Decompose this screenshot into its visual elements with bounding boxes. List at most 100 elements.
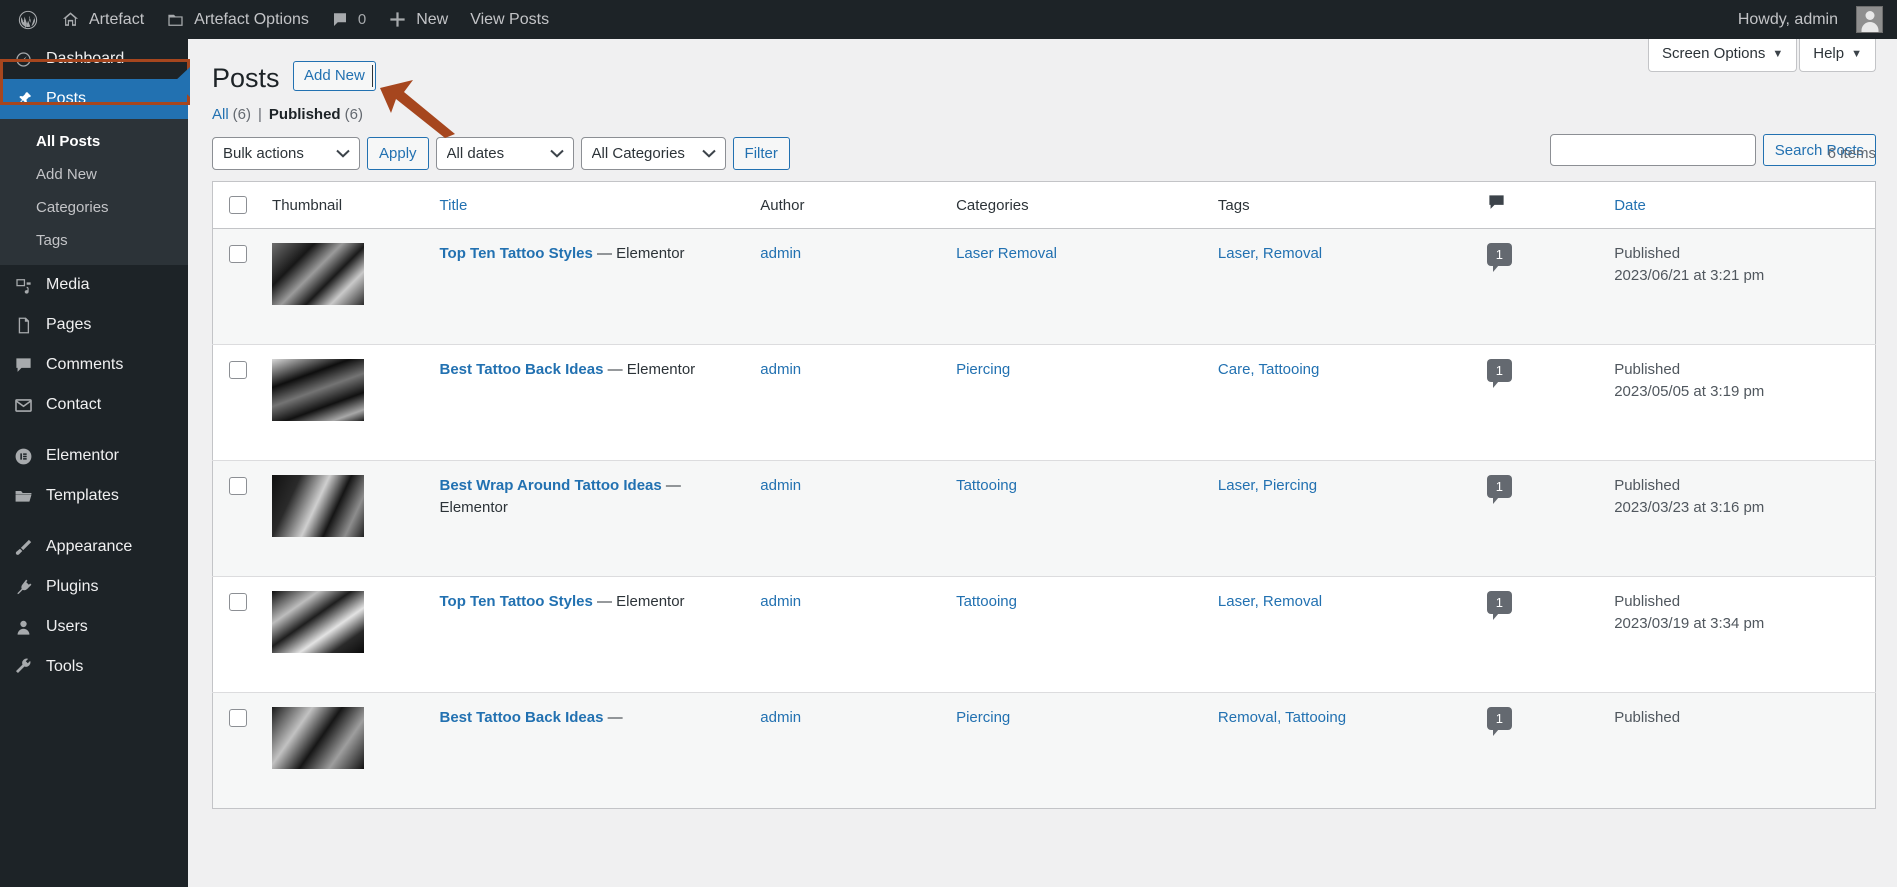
post-author-link[interactable]: admin: [760, 709, 801, 726]
post-thumbnail: [272, 591, 365, 653]
sidebar-item-contact[interactable]: Contact: [0, 385, 188, 425]
all-categories-select[interactable]: All Categories: [580, 137, 726, 170]
select-all-header: [212, 181, 263, 229]
wordpress-logo-icon: [17, 9, 39, 31]
post-tags-link[interactable]: Laser, Removal: [1218, 245, 1322, 262]
add-new-button[interactable]: Add New: [292, 61, 376, 91]
sidebar-item-elementor[interactable]: Elementor: [0, 436, 188, 476]
post-tags-link[interactable]: Care, Tattooing: [1218, 361, 1319, 378]
apply-button[interactable]: Apply: [367, 137, 429, 170]
row-checkbox[interactable]: [229, 709, 247, 728]
admin-bar-item-comments[interactable]: 0: [320, 0, 377, 39]
post-author-link[interactable]: admin: [760, 477, 801, 494]
sidebar-item-comments[interactable]: Comments: [0, 345, 188, 385]
comments-icon: [13, 355, 33, 375]
sidebar-item-users[interactable]: Users: [0, 607, 188, 647]
column-header-title-link[interactable]: Title: [440, 197, 468, 214]
row-title-cell: Best Wrap Around Tattoo Ideas — Elemento…: [430, 461, 751, 577]
sidebar-item-tools[interactable]: Tools: [0, 647, 188, 687]
post-date: 2023/05/05 at 3:19 pm: [1614, 383, 1765, 400]
sidebar-subitem-categories[interactable]: Categories: [0, 191, 188, 224]
sidebar-item-dashboard[interactable]: Dashboard: [0, 39, 188, 79]
row-thumbnail-cell: [262, 577, 429, 693]
sidebar-item-label: Contact: [46, 396, 102, 413]
post-author-link[interactable]: admin: [760, 593, 801, 610]
comment-count-badge[interactable]: 1: [1486, 243, 1512, 272]
sidebar-subitem-tags[interactable]: Tags: [0, 224, 188, 257]
post-title-link[interactable]: Best Tattoo Back Ideas: [440, 709, 604, 726]
table-row[interactable]: Top Ten Tattoo Styles — Elementor admin …: [212, 576, 1876, 693]
my-account-menu[interactable]: Howdy, admin: [1727, 0, 1887, 39]
view-published[interactable]: Published (6): [269, 106, 363, 123]
briefcase-icon: [166, 10, 185, 29]
row-checkbox[interactable]: [229, 593, 247, 612]
row-checkbox[interactable]: [229, 245, 247, 264]
help-button[interactable]: Help ▼: [1799, 39, 1876, 72]
row-date-cell: Published 2023/05/05 at 3:19 pm: [1604, 345, 1875, 461]
post-title-link[interactable]: Top Ten Tattoo Styles: [440, 593, 593, 610]
sidebar-item-pages[interactable]: Pages: [0, 305, 188, 345]
wordpress-logo-button[interactable]: [6, 0, 50, 39]
sidebar-item-appearance[interactable]: Appearance: [0, 527, 188, 567]
post-tags-link[interactable]: Removal, Tattooing: [1218, 709, 1346, 726]
comment-count-badge[interactable]: 1: [1486, 591, 1512, 620]
row-title-cell: Best Tattoo Back Ideas — Elementor: [430, 345, 751, 461]
column-header-date: Date: [1604, 181, 1876, 229]
table-row[interactable]: Best Tattoo Back Ideas — Elementor admin…: [212, 344, 1876, 461]
row-checkbox[interactable]: [229, 361, 247, 380]
post-category-link[interactable]: Laser Removal: [956, 245, 1057, 262]
page-title: Posts: [212, 63, 280, 93]
all-dates-select-wrap: All dates: [435, 137, 574, 170]
admin-bar-item-site[interactable]: Artefact: [50, 0, 155, 39]
admin-bar-item-new[interactable]: New: [377, 0, 459, 39]
row-thumbnail-cell: [262, 345, 429, 461]
table-row[interactable]: Top Ten Tattoo Styles — Elementor admin …: [212, 228, 1876, 345]
post-category-link[interactable]: Piercing: [956, 361, 1010, 378]
sidebar-subitem-all-posts[interactable]: All Posts: [0, 125, 188, 158]
posts-table-head: Thumbnail Title Author Categories Tags D…: [212, 181, 1876, 229]
row-comments-cell: 1: [1477, 577, 1604, 693]
post-category-link[interactable]: Piercing: [956, 709, 1010, 726]
view-all[interactable]: All (6): [212, 106, 251, 123]
post-date: 2023/06/21 at 3:21 pm: [1614, 267, 1765, 284]
post-title-link[interactable]: Best Tattoo Back Ideas: [440, 361, 604, 378]
row-checkbox[interactable]: [229, 477, 247, 496]
row-date-cell: Published 2023/03/19 at 3:34 pm: [1604, 577, 1875, 693]
sidebar-item-posts[interactable]: Posts: [0, 79, 188, 119]
post-author-link[interactable]: admin: [760, 245, 801, 262]
post-title-link[interactable]: Top Ten Tattoo Styles: [440, 245, 593, 262]
column-header-date-link[interactable]: Date: [1614, 197, 1646, 214]
post-thumbnail: [272, 243, 365, 305]
post-thumbnail: [272, 475, 365, 537]
sidebar-item-plugins[interactable]: Plugins: [0, 567, 188, 607]
post-category-link[interactable]: Tattooing: [956, 593, 1017, 610]
row-author-cell: admin: [750, 693, 946, 809]
comment-count-badge[interactable]: 1: [1486, 475, 1512, 504]
post-tags-link[interactable]: Laser, Piercing: [1218, 477, 1317, 494]
table-row[interactable]: Best Tattoo Back Ideas — admin Piercing …: [212, 692, 1876, 809]
bulk-actions-select[interactable]: Bulk actions: [212, 137, 360, 170]
table-row[interactable]: Best Wrap Around Tattoo Ideas — Elemento…: [212, 460, 1876, 577]
admin-bar-item-artefact-options[interactable]: Artefact Options: [155, 0, 320, 39]
row-author-cell: admin: [750, 461, 946, 577]
post-title-link[interactable]: Best Wrap Around Tattoo Ideas: [440, 477, 662, 494]
all-dates-select[interactable]: All dates: [435, 137, 574, 170]
post-tags-link[interactable]: Laser, Removal: [1218, 593, 1322, 610]
column-header-tags: Tags: [1207, 181, 1477, 229]
filter-button[interactable]: Filter: [732, 137, 790, 170]
comment-count-badge[interactable]: 1: [1486, 707, 1512, 736]
post-category-link[interactable]: Tattooing: [956, 477, 1017, 494]
screen-options-button[interactable]: Screen Options ▼: [1647, 39, 1798, 72]
row-date-cell: Published 2023/06/21 at 3:21 pm: [1604, 229, 1875, 345]
view-all-link[interactable]: All: [212, 106, 229, 123]
sidebar-item-templates[interactable]: Templates: [0, 476, 188, 516]
sidebar-item-media[interactable]: Media: [0, 265, 188, 305]
admin-bar-item-view-posts[interactable]: View Posts: [459, 0, 560, 39]
comment-count-badge[interactable]: 1: [1486, 359, 1512, 388]
view-published-link[interactable]: Published: [269, 106, 341, 123]
post-author-link[interactable]: admin: [760, 361, 801, 378]
sidebar-subitem-add-new[interactable]: Add New: [0, 158, 188, 191]
select-all-checkbox[interactable]: [229, 196, 247, 215]
post-date: 2023/03/19 at 3:34 pm: [1614, 615, 1765, 632]
table-header-row: Thumbnail Title Author Categories Tags D…: [212, 181, 1876, 229]
